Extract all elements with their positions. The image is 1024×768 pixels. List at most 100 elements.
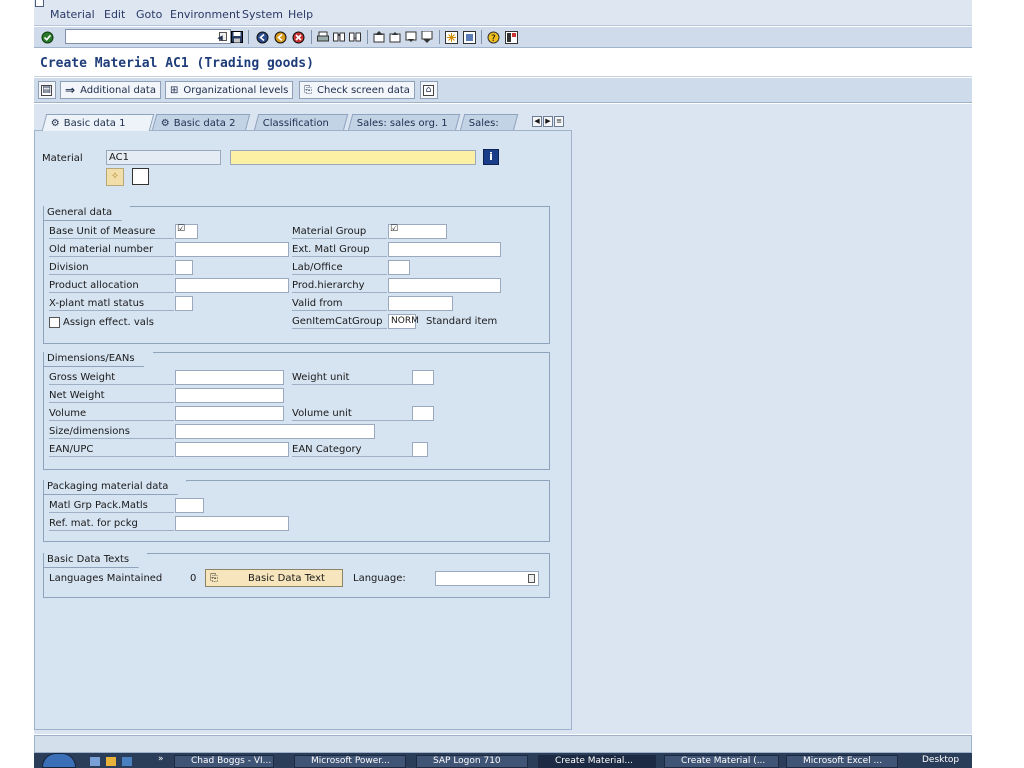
tab-basic-data-2[interactable]: ⚙ Basic data 2 (151, 114, 251, 131)
customize-layout-icon[interactable] (504, 29, 519, 45)
tab-scroll-left-icon[interactable]: ◀ (532, 116, 542, 127)
tab-basic-data-1[interactable]: ⚙ Basic data 1 (41, 114, 155, 131)
size-dimensions-input[interactable] (175, 424, 375, 439)
taskbar-item[interactable]: Chad Boggs - VI... (174, 755, 274, 768)
product-allocation-label: Product allocation (49, 278, 174, 293)
base-uom-input[interactable]: ☑ (175, 224, 198, 239)
print-icon[interactable] (316, 29, 330, 45)
ref-mat-input[interactable] (175, 516, 289, 531)
old-material-number-label: Old material number (49, 242, 174, 257)
taskbar-item[interactable]: Create Material (... (664, 755, 779, 768)
required-check-icon: ☑ (390, 224, 399, 234)
previous-page-icon[interactable] (388, 29, 402, 45)
back-icon[interactable] (254, 29, 270, 45)
prod-hierarchy-label: Prod.hierarchy (292, 278, 387, 293)
tab-label: Classification (262, 117, 330, 129)
assign-effect-checkbox[interactable] (49, 317, 60, 328)
old-material-number-input[interactable] (175, 242, 289, 257)
ext-matl-group-input[interactable] (388, 242, 501, 257)
first-page-icon[interactable] (372, 29, 386, 45)
sap-window: Material Edit Goto Environment System He… (34, 0, 972, 768)
material-group-label: Material Group (292, 224, 387, 239)
start-button[interactable] (42, 753, 76, 768)
find-next-icon[interactable] (348, 29, 362, 45)
collapse-command-icon[interactable]: ◂ (214, 29, 226, 45)
required-check-icon: ☑ (177, 224, 186, 234)
menu-help[interactable]: Help (288, 8, 313, 21)
last-page-icon[interactable] (420, 29, 434, 45)
org-levels-button[interactable]: ⊞ Organizational levels (165, 81, 294, 99)
ean-upc-input[interactable] (175, 442, 289, 457)
tab-sales-org-1[interactable]: Sales: sales org. 1 (347, 114, 461, 131)
find-icon[interactable] (332, 29, 346, 45)
weight-unit-input[interactable] (412, 370, 434, 385)
basic-data-text-button[interactable]: ⎘ Basic Data Text (205, 569, 343, 587)
ean-category-input[interactable] (412, 442, 428, 457)
taskbar-item[interactable]: Create Material... (538, 755, 656, 768)
info-icon[interactable]: i (483, 149, 499, 165)
svg-text:?: ? (491, 34, 496, 44)
menu-environment[interactable]: Environment (170, 8, 240, 21)
create-session-icon[interactable] (444, 29, 459, 45)
shortcut-icon[interactable] (462, 29, 477, 45)
select-views-icon: ▤ (41, 84, 52, 96)
material-group-input[interactable]: ☑ (388, 224, 447, 239)
valid-from-input[interactable] (388, 296, 453, 311)
division-input[interactable] (175, 260, 193, 275)
net-weight-input[interactable] (175, 388, 284, 403)
prod-hierarchy-input[interactable] (388, 278, 501, 293)
taskbar-desktop-toolbar[interactable]: Desktop (906, 755, 972, 768)
configure-icon[interactable]: ✧ (106, 168, 124, 186)
menu-system[interactable]: System (242, 8, 283, 21)
product-allocation-input[interactable] (175, 278, 289, 293)
command-field[interactable] (65, 29, 231, 44)
material-description-input[interactable] (230, 150, 476, 165)
quicklaunch-overflow-icon[interactable]: » (158, 754, 164, 764)
save-icon[interactable] (230, 29, 244, 45)
enter-icon[interactable] (39, 29, 55, 45)
tab-list-icon[interactable]: ≡ (554, 116, 564, 127)
org-structure-icon: ⊞ (170, 84, 179, 96)
select-views-button[interactable]: ▤ (38, 81, 56, 99)
languages-maintained-label: Languages Maintained (49, 573, 163, 584)
quicklaunch-folder-icon[interactable] (106, 757, 116, 766)
help-icon[interactable]: ? (486, 29, 501, 45)
group-title: Basic Data Texts (44, 553, 148, 568)
ean-category-label: EAN Category (292, 442, 412, 457)
tab-sales-org-2[interactable]: Sales: (459, 114, 519, 131)
general-data-group: General data Base Unit of Measure ☑ Old … (43, 206, 550, 344)
language-input[interactable] (435, 571, 539, 586)
exit-icon[interactable] (272, 29, 288, 45)
volume-unit-input[interactable] (412, 406, 434, 421)
matl-grp-pack-input[interactable] (175, 498, 204, 513)
gear-icon: ⚙ (160, 117, 170, 129)
cancel-icon[interactable] (290, 29, 306, 45)
tab-scroll-right-icon[interactable]: ▶ (543, 116, 553, 127)
check-screen-button[interactable]: ⎘ Check screen data (299, 81, 415, 99)
xplant-status-input[interactable] (175, 296, 193, 311)
taskbar-item[interactable]: SAP Logon 710 (416, 755, 528, 768)
taskbar-item[interactable]: Microsoft Excel ... (786, 755, 898, 768)
tab-classification[interactable]: Classification (253, 114, 349, 131)
quicklaunch-browser-icon[interactable] (122, 757, 132, 766)
window-menu-icon[interactable] (35, 0, 44, 7)
gross-weight-input[interactable] (175, 370, 284, 385)
next-page-icon[interactable] (404, 29, 418, 45)
gen-item-cat-input[interactable]: NORM (388, 314, 419, 329)
menu-goto[interactable]: Goto (136, 8, 162, 21)
main-area: ⚙ Basic data 1 ⚙ Basic data 2 Classifica… (34, 104, 972, 734)
show-desktop-icon[interactable] (90, 757, 100, 766)
lock-icon: ⌂ (423, 84, 434, 96)
check-icon: ⎘ (304, 84, 312, 96)
lock-button[interactable]: ⌂ (420, 81, 438, 99)
document-icon[interactable] (132, 168, 149, 185)
language-dropdown-icon[interactable] (528, 574, 535, 583)
lab-office-label: Lab/Office (292, 260, 387, 275)
volume-input[interactable] (175, 406, 284, 421)
menu-edit[interactable]: Edit (104, 8, 125, 21)
additional-data-button[interactable]: ⇒ Additional data (60, 81, 161, 99)
assign-effect-label: Assign effect. vals (63, 317, 154, 328)
lab-office-input[interactable] (388, 260, 410, 275)
taskbar-item[interactable]: Microsoft Power... (294, 755, 406, 768)
menu-material[interactable]: Material (50, 8, 95, 21)
